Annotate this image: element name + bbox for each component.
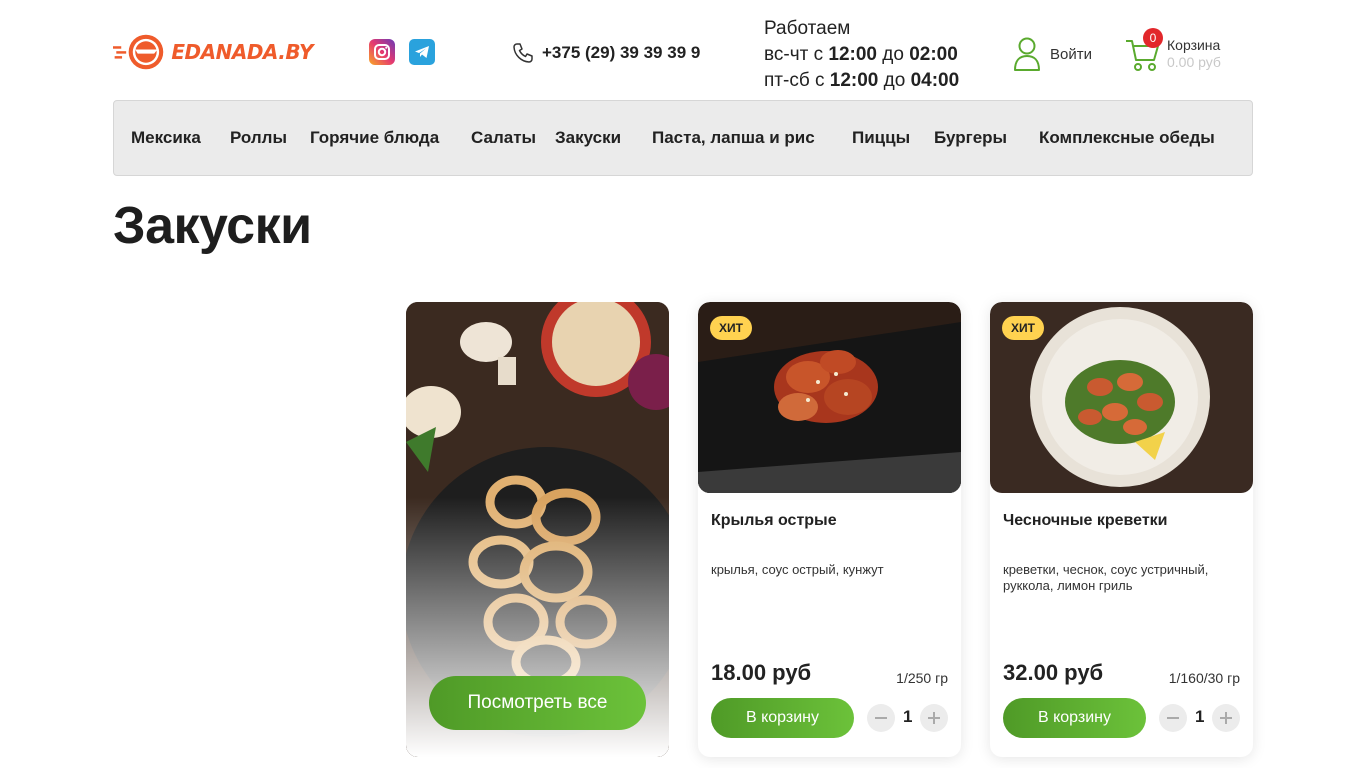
nav-item-mexico[interactable]: Мексика xyxy=(131,128,201,148)
quantity-decrease-button[interactable] xyxy=(867,704,895,732)
category-nav: Мексика Роллы Горячие блюда Салаты Закус… xyxy=(113,100,1253,176)
nav-item-burgers[interactable]: Бургеры xyxy=(934,128,1007,148)
nav-item-salads[interactable]: Салаты xyxy=(471,128,536,148)
instagram-icon xyxy=(374,44,390,60)
hours-title: Работаем xyxy=(764,18,851,39)
phone-contact[interactable]: +375 (29) 39 39 39 9 xyxy=(512,42,700,64)
minus-icon xyxy=(1167,717,1179,719)
add-to-cart-button[interactable]: В корзину xyxy=(1003,698,1146,738)
hit-badge: ХИТ xyxy=(1002,316,1044,340)
product-price: 32.00 руб xyxy=(1003,660,1104,685)
quantity-value: 1 xyxy=(1195,707,1205,726)
nav-item-lunches[interactable]: Комплексные обеды xyxy=(1039,128,1215,148)
cart-sum: 0.00 руб xyxy=(1167,54,1221,70)
plus-icon xyxy=(928,712,940,724)
plus-icon xyxy=(1220,712,1232,724)
product-image[interactable]: ХИТ xyxy=(698,302,961,493)
cart-count-badge: 0 xyxy=(1143,28,1163,48)
product-title[interactable]: Чесночные креветки xyxy=(1003,512,1168,530)
nav-item-pasta[interactable]: Паста, лапша и рис xyxy=(652,128,815,148)
page-title: Закуски xyxy=(113,197,312,255)
cart-label: Корзина xyxy=(1167,37,1221,53)
add-to-cart-button[interactable]: В корзину xyxy=(711,698,854,738)
cart-button[interactable]: 0 Корзина 0.00 руб xyxy=(1124,28,1244,74)
quantity-value: 1 xyxy=(903,707,913,726)
promo-card: Посмотреть все xyxy=(406,302,669,757)
user-icon xyxy=(1014,37,1040,71)
logo-icon xyxy=(113,34,164,70)
nav-item-snacks[interactable]: Закуски xyxy=(555,128,621,148)
telegram-icon xyxy=(415,46,429,58)
product-image[interactable]: ХИТ xyxy=(990,302,1253,493)
nav-item-rolls[interactable]: Роллы xyxy=(230,128,287,148)
quantity-increase-button[interactable] xyxy=(1212,704,1240,732)
instagram-link[interactable] xyxy=(369,39,395,65)
product-card[interactable]: ХИТ Крылья острые крылья, соус острый, к… xyxy=(698,302,961,757)
hours-line-weekdays: вс-чт с 12:00 до 02:00 xyxy=(764,44,958,65)
phone-icon xyxy=(513,43,533,63)
product-weight: 1/250 гр xyxy=(896,670,948,686)
product-description: креветки, чеснок, соус устричный, руккол… xyxy=(1003,562,1209,593)
hit-badge: ХИТ xyxy=(710,316,752,340)
login-button[interactable]: Войти xyxy=(1012,36,1092,72)
login-label: Войти xyxy=(1050,45,1092,63)
logo-text: EDANADA.BY xyxy=(171,40,313,64)
phone-number: +375 (29) 39 39 39 9 xyxy=(542,43,701,62)
quantity-decrease-button[interactable] xyxy=(1159,704,1187,732)
nav-item-hot-dishes[interactable]: Горячие блюда xyxy=(310,128,439,148)
working-hours: Работаем вс-чт с 12:00 до 02:00 пт-сб с … xyxy=(764,16,959,94)
nav-item-pizza[interactable]: Пиццы xyxy=(852,128,910,148)
product-title[interactable]: Крылья острые xyxy=(711,512,837,530)
product-weight: 1/160/30 гр xyxy=(1168,670,1240,686)
product-description: крылья, соус острый, кунжут xyxy=(711,562,884,577)
product-card[interactable]: ХИТ Чесночные креветки креветки, чеснок,… xyxy=(990,302,1253,757)
hours-line-weekend: пт-сб с 12:00 до 04:00 xyxy=(764,70,960,91)
minus-icon xyxy=(875,717,887,719)
telegram-link[interactable] xyxy=(409,39,435,65)
quantity-increase-button[interactable] xyxy=(920,704,948,732)
product-price: 18.00 руб xyxy=(711,660,812,685)
site-logo[interactable]: EDANADA.BY xyxy=(113,29,313,75)
view-all-button[interactable]: Посмотреть все xyxy=(429,676,646,730)
